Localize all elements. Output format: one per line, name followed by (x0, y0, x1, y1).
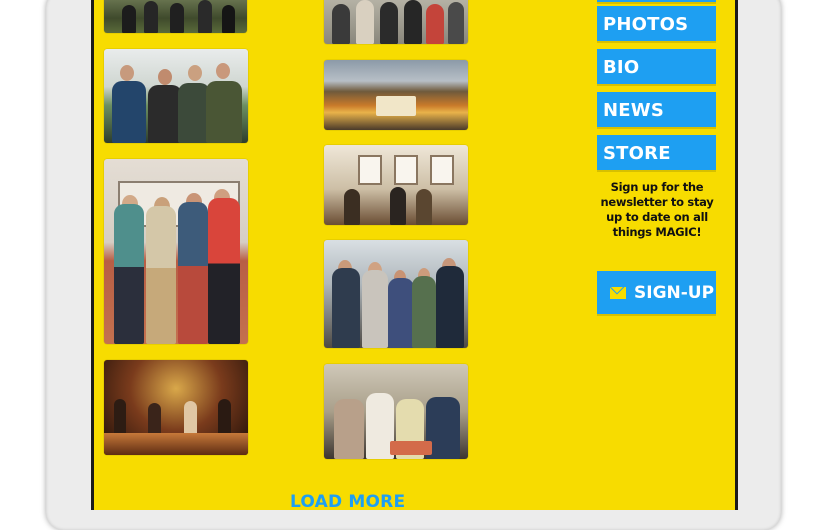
photo-band-on-couch[interactable] (324, 364, 468, 459)
nav-top-partial[interactable] (597, 0, 716, 4)
photo-band-outdoor-top[interactable] (104, 0, 247, 33)
photo-band-with-fans[interactable] (324, 240, 468, 348)
nav-news-button[interactable]: NEWS (597, 92, 716, 129)
nav-photos-button[interactable]: PHOTOS (597, 6, 716, 43)
newsletter-text: Sign up for the newsletter to stay up to… (600, 180, 714, 239)
signup-label: SIGN-UP (634, 283, 715, 303)
photo-band-standing-wall[interactable] (104, 159, 248, 344)
photo-band-concert-stage[interactable] (104, 360, 248, 455)
envelope-icon (610, 287, 626, 299)
signup-button[interactable]: SIGN-UP (597, 271, 716, 316)
load-more-link[interactable]: LOAD MORE (290, 492, 405, 510)
page-screen: PHOTOS BIO NEWS STORE Sign up for the ne… (91, 0, 738, 510)
photo-group-top[interactable] (324, 0, 468, 44)
photo-stadium-crowd[interactable] (324, 60, 468, 130)
photo-band-studio-session[interactable] (324, 145, 468, 225)
nav-bio-button[interactable]: BIO (597, 49, 716, 86)
photo-band-green-room[interactable] (104, 49, 248, 143)
nav-store-button[interactable]: STORE (597, 135, 716, 172)
